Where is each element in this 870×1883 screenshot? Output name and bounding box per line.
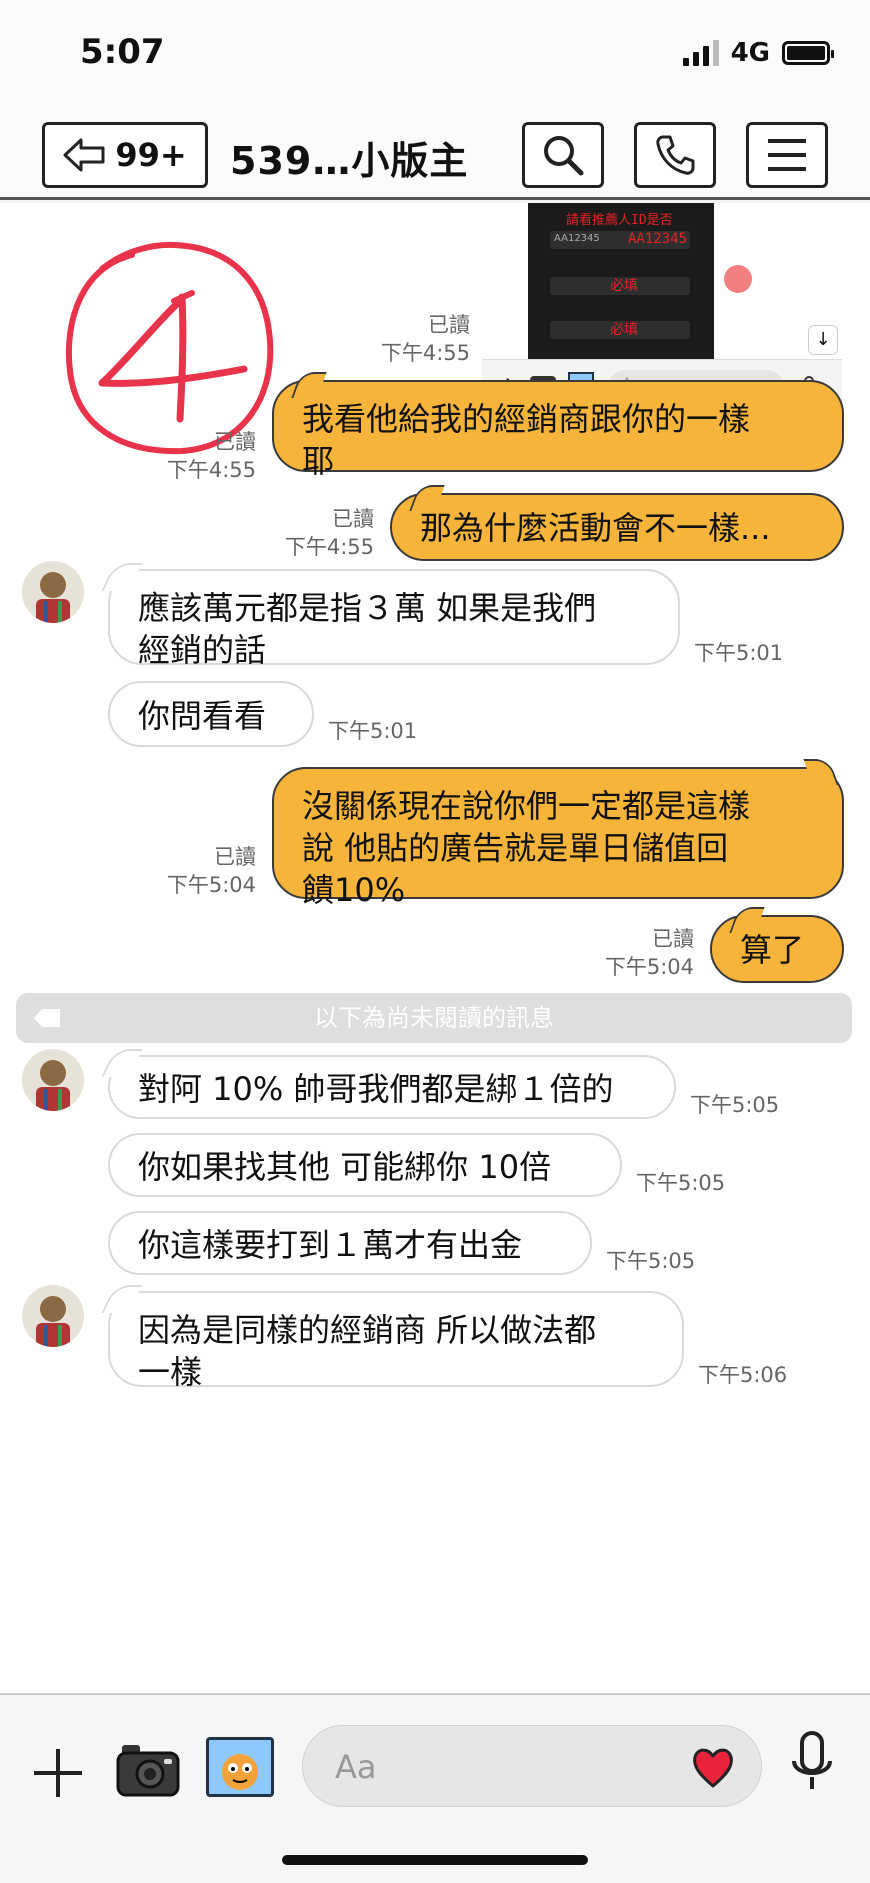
incoming-message[interactable]: 你這樣要打到１萬才有出金 — [108, 1211, 592, 1275]
search-icon — [544, 136, 584, 176]
preview-required-1: 必填 — [610, 278, 638, 294]
outgoing-message[interactable]: 那為什麼活動會不一樣... — [390, 493, 844, 561]
message-meta: 已讀 下午4:55 — [284, 507, 374, 559]
add-attachment-button[interactable] — [30, 1745, 86, 1801]
back-button[interactable]: 99+ — [42, 122, 208, 188]
message-time: 下午5:01 — [694, 641, 784, 665]
chat-title[interactable]: 539…小版主 — [230, 130, 468, 185]
contact-avatar[interactable] — [22, 561, 84, 623]
outgoing-message[interactable]: 沒關係現在說你們一定都是這樣說 他貼的廣告就是單日儲值回 饋10% — [272, 767, 844, 909]
network-label: 4G — [730, 38, 770, 68]
incoming-message[interactable]: 你如果找其他 可能綁你 10倍 — [108, 1133, 622, 1197]
screenshot-image: 請看推薦人ID是否 AA12345 AA12345 必填 必填 — [528, 203, 714, 361]
preview-id-placeholder: AA12345 — [554, 233, 600, 244]
preview-red-heading: 請看推薦人ID是否 — [566, 213, 673, 228]
incoming-message[interactable]: 對阿 10% 帥哥我們都是綁１倍的 — [108, 1055, 676, 1119]
message-time: 下午5:06 — [698, 1363, 788, 1387]
status-bar: 5:07 4G — [0, 0, 870, 110]
message-time: 下午5:05 — [690, 1093, 780, 1117]
incoming-message[interactable]: 因為是同樣的經銷商 所以做法都 一樣 — [108, 1291, 684, 1391]
battery-icon — [782, 41, 834, 65]
status-time: 5:07 — [80, 32, 165, 72]
incoming-message[interactable]: 應該萬元都是指３萬 如果是我們 經銷的話 — [108, 569, 680, 669]
sticker-button[interactable] — [206, 1737, 274, 1797]
unread-divider: 以下為尚未閱讀的訊息 — [16, 993, 852, 1043]
message-meta: 已讀 下午5:04 — [166, 845, 256, 897]
signal-icon — [682, 40, 719, 66]
message-input-placeholder: Aa — [335, 1748, 377, 1786]
message-input[interactable]: Aa — [302, 1725, 762, 1807]
outgoing-message[interactable]: 算了 — [710, 915, 844, 983]
outgoing-message[interactable]: 我看他給我的經銷商跟你的一樣耶 — [272, 380, 844, 480]
search-button[interactable] — [522, 122, 604, 188]
microphone-icon[interactable] — [790, 1731, 834, 1803]
contact-avatar[interactable] — [22, 1049, 84, 1111]
message-meta: 已讀 下午5:04 — [604, 927, 694, 979]
incoming-message[interactable]: 你問看看 — [108, 681, 314, 747]
camera-icon[interactable] — [116, 1739, 180, 1801]
message-time: 下午5:05 — [606, 1249, 696, 1273]
message-time: 下午5:01 — [328, 719, 418, 743]
heart-icon[interactable] — [691, 1744, 735, 1790]
contact-avatar[interactable] — [22, 1285, 84, 1347]
message-time: 下午5:05 — [636, 1171, 726, 1195]
menu-button[interactable] — [746, 122, 828, 188]
call-button[interactable] — [634, 122, 716, 188]
scroll-down-icon: ↓ — [808, 325, 838, 355]
tag-icon — [34, 1009, 60, 1027]
chat-header: 99+ 539…小版主 — [0, 110, 870, 200]
chat-area[interactable]: 請看推薦人ID是否 AA12345 AA12345 必填 必填 ↓ + Aa ♥… — [0, 203, 870, 1693]
home-indicator — [282, 1855, 588, 1865]
hamburger-menu-icon — [768, 139, 806, 171]
preview-red-code: AA12345 — [628, 231, 688, 247]
back-arrow-icon — [63, 138, 105, 172]
status-indicators: 4G — [682, 38, 834, 68]
message-meta: 已讀 下午4:55 — [380, 313, 470, 365]
message-meta: 已讀 下午4:55 — [166, 430, 256, 482]
message-input-bar: Aa — [0, 1693, 870, 1883]
phone-icon — [656, 135, 695, 175]
unread-count: 99+ — [115, 136, 187, 174]
preview-required-2: 必填 — [610, 322, 638, 338]
share-icon — [724, 265, 752, 293]
